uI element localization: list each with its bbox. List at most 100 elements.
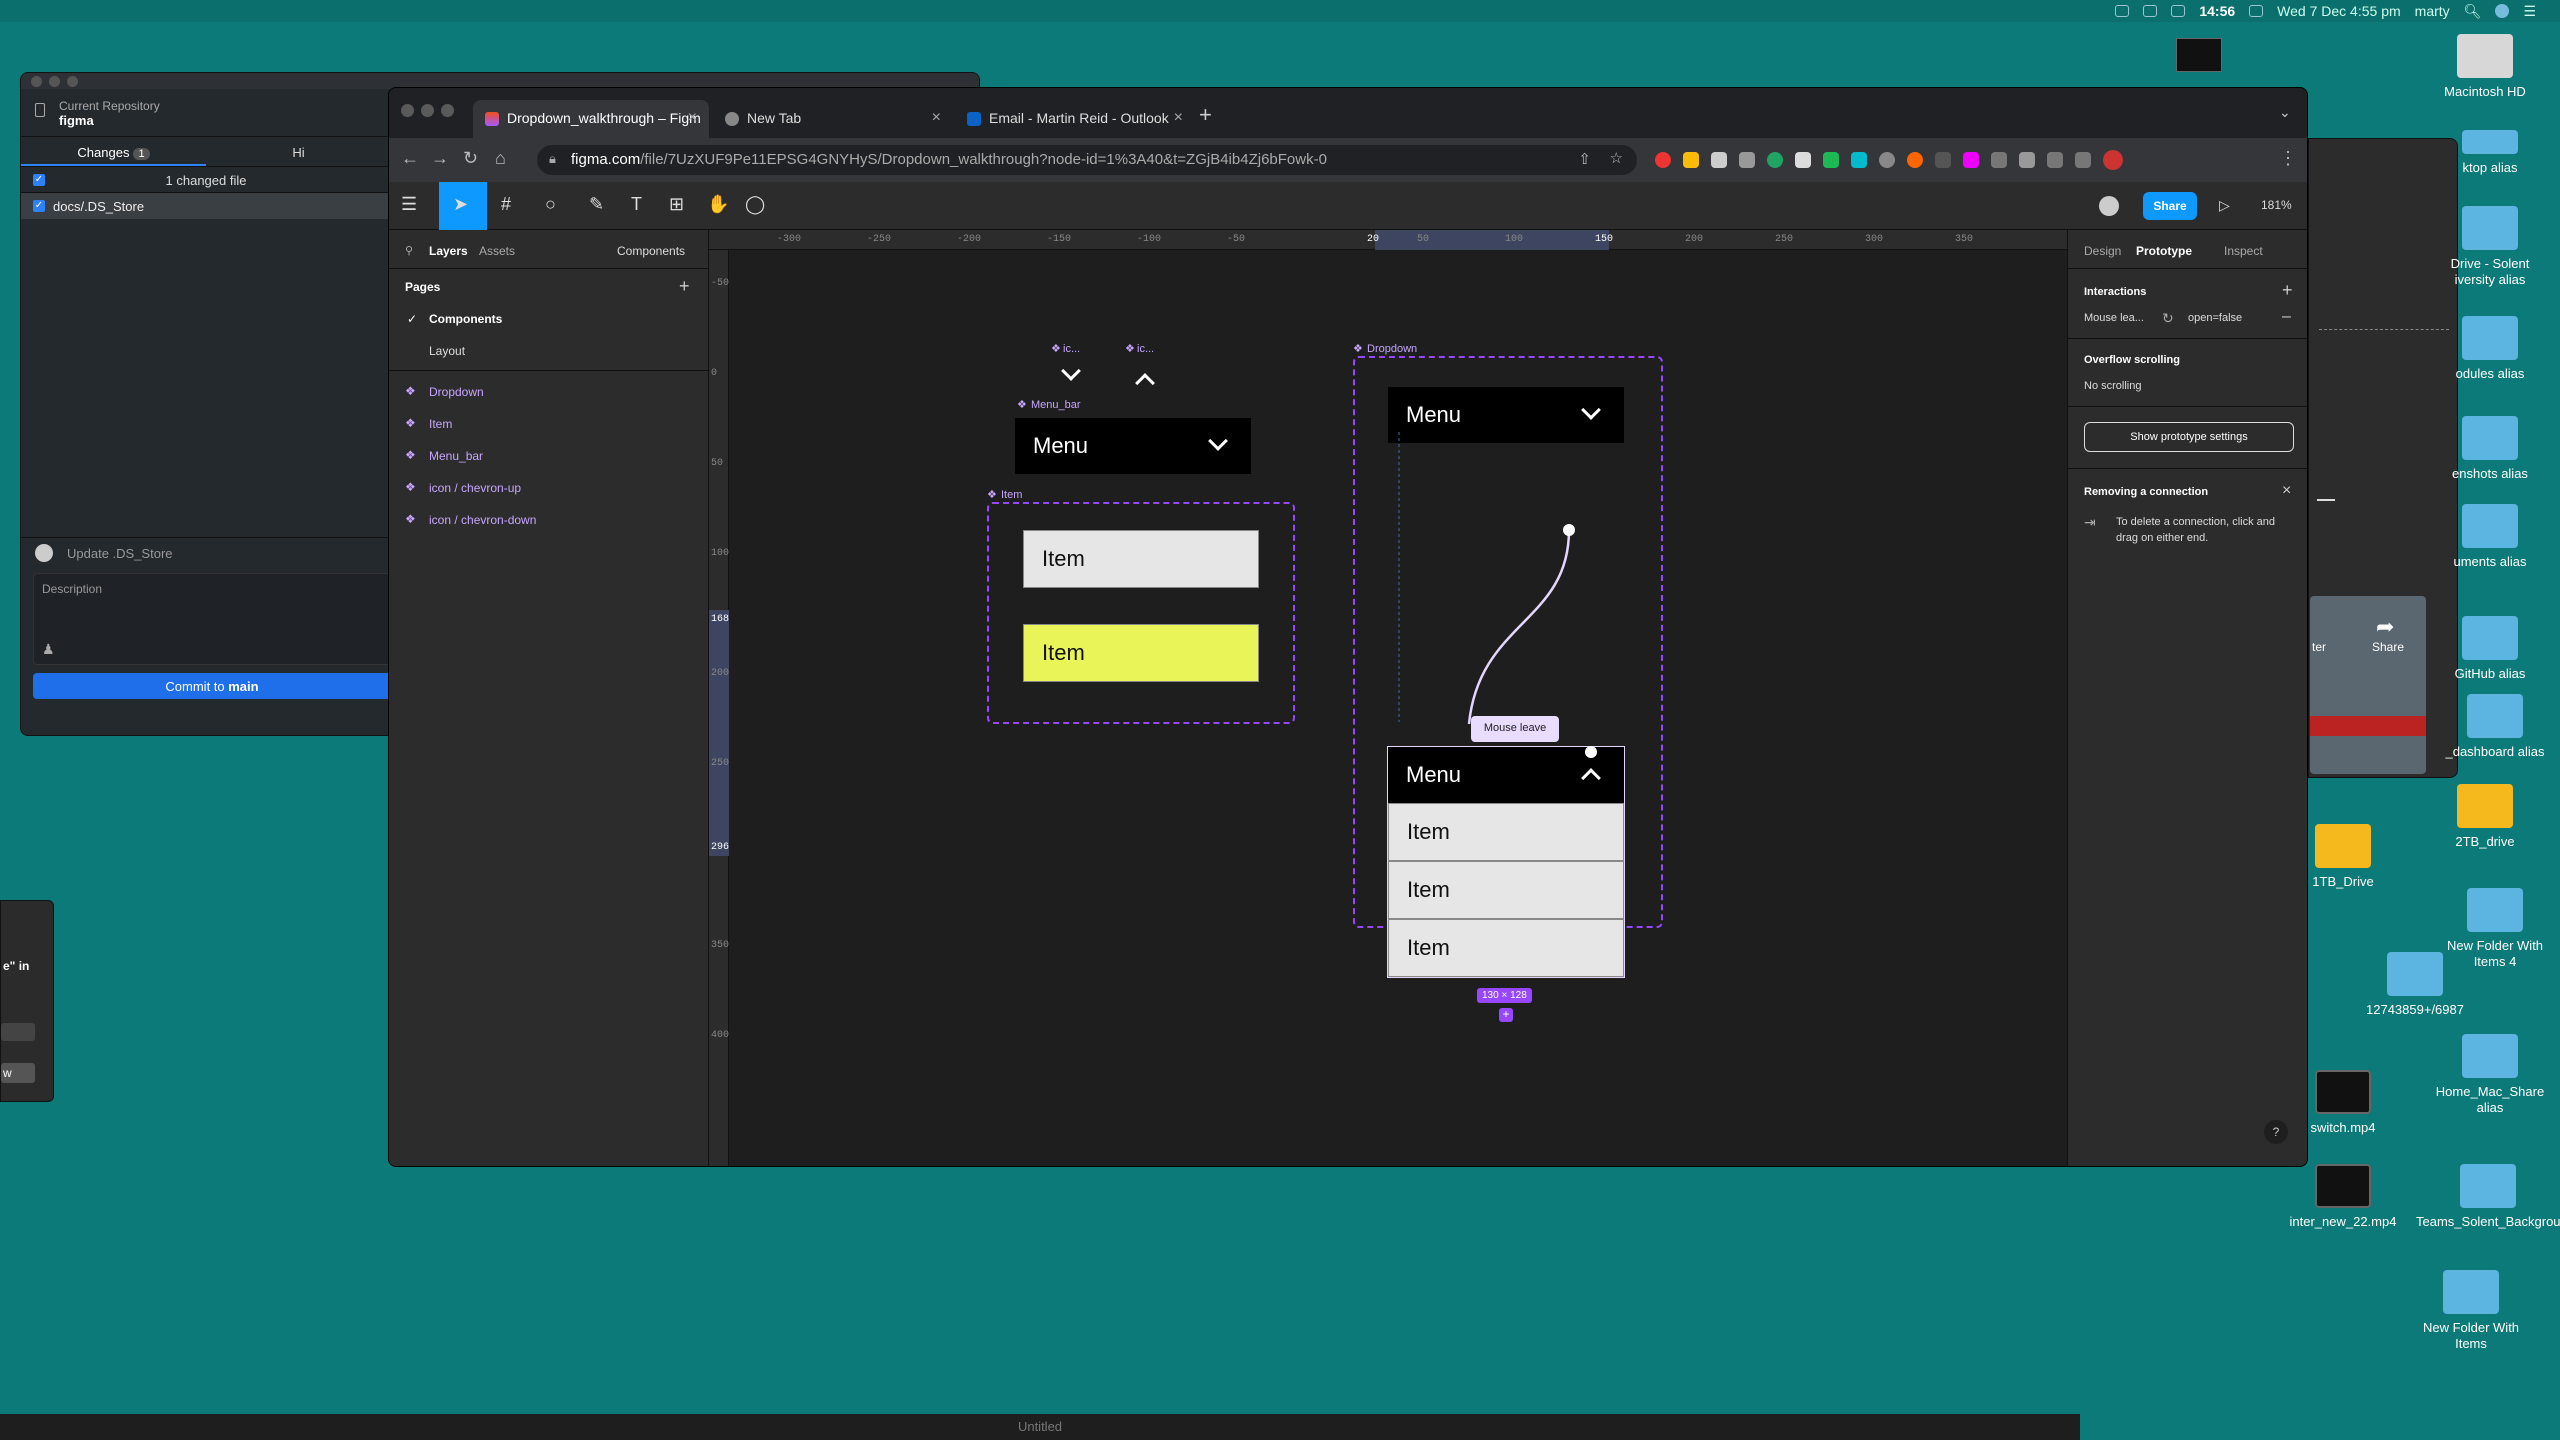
close-icon[interactable]: ×	[2282, 482, 2291, 500]
close-window-button[interactable]	[401, 104, 414, 117]
extension-icon[interactable]	[1991, 152, 2007, 168]
close-tab-icon[interactable]: ×	[932, 109, 941, 127]
tab-search-chevron-icon[interactable]: ⌄	[2279, 104, 2291, 121]
extension-icon[interactable]	[1935, 152, 1951, 168]
item-variant-hover[interactable]: Item	[1023, 624, 1259, 682]
add-interaction-icon[interactable]: +	[2282, 280, 2293, 301]
icon-frame-label[interactable]: ic...	[1063, 343, 1080, 355]
spotlight-icon[interactable]: 🔍︎	[2464, 3, 2482, 20]
tab-prototype[interactable]: Prototype	[2136, 244, 2192, 258]
extension-icon[interactable]	[1655, 152, 1671, 168]
search-icon[interactable]: ⚲	[405, 244, 413, 257]
tab-assets[interactable]: Assets	[479, 244, 515, 258]
control-center-icon[interactable]: ☰	[2523, 3, 2536, 20]
desktop-icon[interactable]: odules alias	[2430, 316, 2550, 382]
comment-tool-icon[interactable]: ◯	[745, 194, 765, 215]
wifi-icon[interactable]	[2249, 5, 2264, 17]
file-checkbox[interactable]: ✓	[33, 200, 45, 212]
pen-tool-icon[interactable]: ✎	[589, 194, 604, 215]
overflow-select[interactable]: No scrolling	[2084, 380, 2141, 392]
current-repository-button[interactable]: Current Repository figma	[21, 89, 391, 137]
item-variant-default[interactable]: Item	[1023, 530, 1259, 588]
dropdown-item[interactable]: Item	[1388, 919, 1624, 977]
chevron-down-icon[interactable]	[1061, 361, 1081, 381]
dialog-input[interactable]	[1, 1023, 35, 1041]
chevron-up-icon[interactable]	[1135, 373, 1155, 393]
menu-bar-frame-label[interactable]: Menu_bar	[1031, 399, 1081, 411]
frame-tool-icon[interactable]: #	[501, 194, 511, 215]
item-frame-label[interactable]: Item	[1001, 489, 1022, 501]
chrome-menu-icon[interactable]: ⋮	[2279, 148, 2297, 169]
layer-item[interactable]: Item	[429, 417, 452, 431]
commit-summary-input[interactable]: Update .DS_Store	[21, 537, 391, 565]
share-page-icon[interactable]: ⇧	[1578, 150, 1591, 168]
desktop-icon[interactable]: 1TB_Drive	[2278, 824, 2408, 890]
menu-bar-component[interactable]: Menu	[1015, 418, 1251, 474]
siri-icon[interactable]	[2495, 4, 2510, 18]
lock-icon[interactable]: 🔒︎	[549, 151, 556, 167]
minimize-window-button[interactable]	[421, 104, 434, 117]
page-item-components[interactable]: Components	[429, 312, 502, 326]
tab-layers[interactable]: Layers	[429, 244, 468, 258]
dropdown-item[interactable]: Item	[1388, 803, 1624, 861]
extension-icon[interactable]	[1795, 152, 1811, 168]
add-coauthor-icon[interactable]: ♟	[42, 641, 55, 658]
menubar-user[interactable]: marty	[2415, 3, 2450, 19]
zoom-window-button[interactable]	[67, 75, 78, 87]
address-bar[interactable]: 🔒︎ figma.com/file/7UzXUF9Pe11EPSG4GNYHyS…	[537, 145, 1637, 175]
zoom-level[interactable]: 181%	[2261, 198, 2292, 212]
tab-design[interactable]: Design	[2084, 244, 2121, 258]
present-play-icon[interactable]: ▷	[2219, 197, 2230, 214]
extension-icon[interactable]	[1851, 152, 1867, 168]
clock-date[interactable]: Wed 7 Dec 4:55 pm	[2277, 3, 2400, 19]
profile-avatar[interactable]	[2103, 150, 2123, 170]
layer-icon-chevron-up[interactable]: icon / chevron-up	[429, 481, 521, 495]
extension-icon[interactable]	[1879, 152, 1895, 168]
layer-icon-chevron-down[interactable]: icon / chevron-down	[429, 513, 536, 527]
icon-frame-label[interactable]: ic...	[1137, 343, 1154, 355]
video-preview-thumbnail[interactable]: ter ➦ Share	[2310, 596, 2426, 774]
commit-description-input[interactable]: Description ♟	[33, 573, 391, 665]
remove-interaction-icon[interactable]: –	[2282, 308, 2291, 326]
desktop-icon[interactable]: 2TB_drive	[2420, 784, 2550, 850]
share-arrow-icon[interactable]: ➦	[2376, 614, 2394, 640]
add-page-icon[interactable]: +	[679, 276, 690, 297]
extension-icon[interactable]	[1767, 152, 1783, 168]
desktop-icon[interactable]: ktop alias	[2430, 130, 2550, 176]
tab-changes[interactable]: Changes 1	[21, 137, 206, 166]
share-button[interactable]: Share	[2143, 192, 2197, 220]
move-tool-button[interactable]: ➤	[439, 182, 487, 230]
screenshot-file-icon[interactable]	[2176, 38, 2222, 72]
interaction-action[interactable]: open=false	[2188, 312, 2242, 324]
extension-icon[interactable]	[1907, 152, 1923, 168]
desktop-icon[interactable]: enshots alias	[2430, 416, 2550, 482]
dialog-button[interactable]: w	[1, 1063, 35, 1083]
desktop-icon[interactable]: 12743859+/6987	[2350, 952, 2480, 1018]
extension-icon[interactable]	[1683, 152, 1699, 168]
desktop-icon[interactable]: Teams_Solent_Backgrounds	[2416, 1164, 2560, 1230]
tab-history[interactable]: Hi	[206, 137, 391, 166]
desktop-icon[interactable]: _dashboard alias	[2430, 694, 2560, 760]
desktop-icon[interactable]: uments alias	[2430, 504, 2550, 570]
side-panel-icon[interactable]	[2075, 152, 2091, 168]
connection-handle[interactable]	[1585, 746, 1597, 758]
tab-inspect[interactable]: Inspect	[2224, 244, 2263, 258]
interaction-trigger[interactable]: Mouse lea...	[2084, 312, 2144, 324]
status-icon[interactable]	[2143, 5, 2158, 17]
dropdown-frame-label[interactable]: Dropdown	[1367, 343, 1417, 355]
dropdown-item[interactable]: Item	[1388, 861, 1624, 919]
page-components-dropdown[interactable]: Components	[617, 244, 685, 258]
close-tab-icon[interactable]: ×	[688, 109, 697, 127]
home-icon[interactable]: ⌂	[495, 148, 506, 169]
desktop-icon[interactable]: Home_Mac_Share alias	[2425, 1034, 2555, 1116]
zoom-window-button[interactable]	[441, 104, 454, 117]
text-tool-icon[interactable]: T	[631, 194, 642, 215]
new-tab-button[interactable]: +	[1199, 102, 1212, 128]
desktop-icon[interactable]: New Folder With Items	[2406, 1270, 2536, 1352]
desktop-icon[interactable]: Macintosh HD	[2420, 34, 2550, 100]
show-prototype-settings-button[interactable]: Show prototype settings	[2084, 422, 2294, 452]
untitled-window-titlebar[interactable]: Untitled	[0, 1414, 2080, 1440]
reload-icon[interactable]: ↻	[463, 148, 478, 169]
puzzle-extensions-icon[interactable]	[2019, 152, 2035, 168]
layer-dropdown[interactable]: Dropdown	[429, 385, 484, 399]
